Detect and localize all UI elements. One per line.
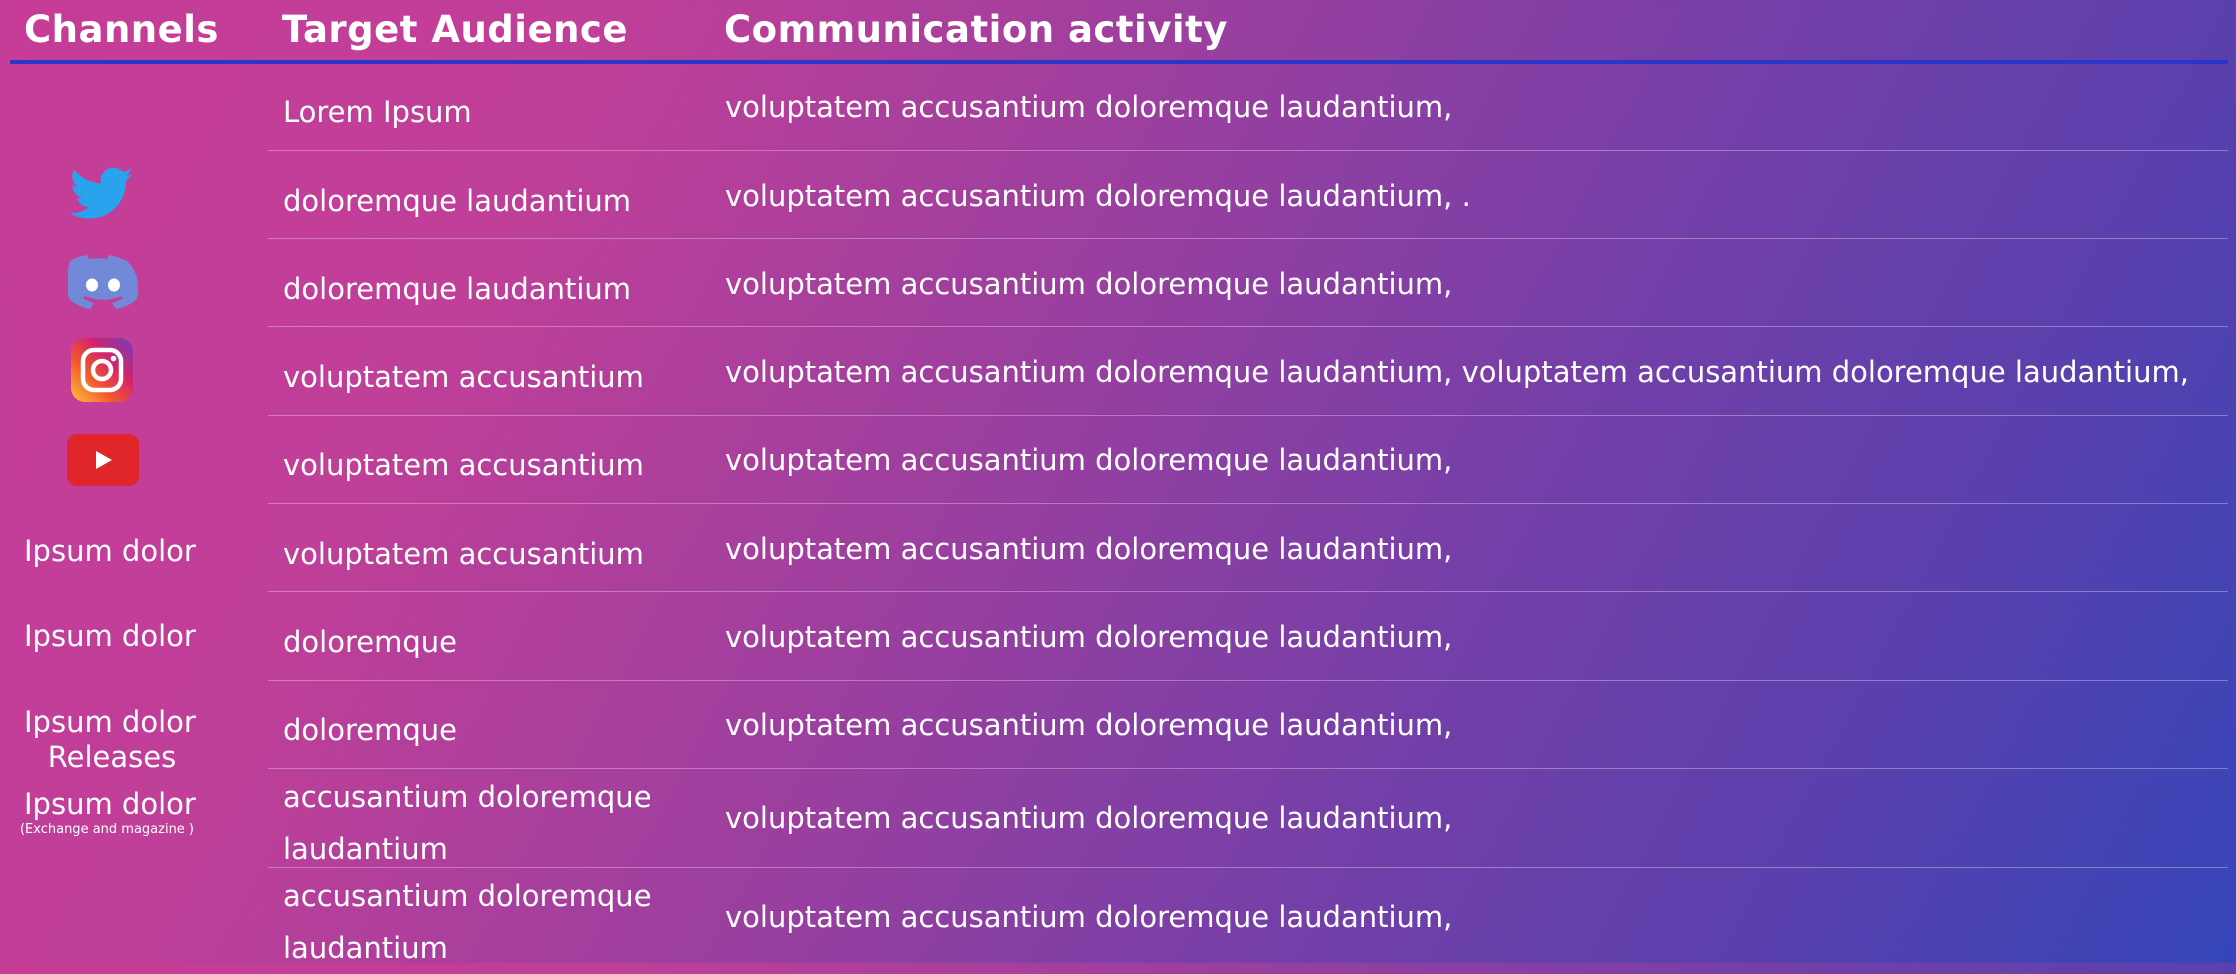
row-divider (268, 415, 2228, 416)
table-cell-activity: voluptatem accusantium doloremque laudan… (725, 90, 1453, 124)
table-cell-audience: doloremque (283, 625, 457, 659)
twitter-icon (69, 166, 134, 222)
channel-label: Ipsum dolor (24, 619, 196, 653)
header-communication-activity: Communication activity (724, 8, 1228, 51)
table-cell-activity: voluptatem accusantium doloremque laudan… (725, 620, 1453, 654)
table-cell-audience: voluptatem accusantium (283, 360, 644, 394)
header-target-audience: Target Audience (282, 8, 628, 51)
table-cell-audience: doloremque laudantium (283, 184, 631, 218)
table-cell-activity: voluptatem accusantium doloremque laudan… (725, 179, 1471, 213)
row-divider (268, 150, 2228, 151)
channel-label: Ipsum dolor (24, 787, 196, 821)
table-cell-activity: voluptatem accusantium doloremque laudan… (725, 355, 2189, 389)
discord-icon (66, 255, 139, 309)
header-channels: Channels (24, 8, 219, 51)
channel-label: Ipsum dolor (24, 705, 196, 739)
row-divider (268, 591, 2228, 592)
row-divider (268, 238, 2228, 239)
channel-label: Releases (47, 740, 177, 774)
table-cell-audience: Lorem Ipsum (283, 95, 472, 129)
table-cell-activity: voluptatem accusantium doloremque laudan… (725, 708, 1453, 742)
table-cell-audience: voluptatem accusantium (283, 537, 644, 571)
table-cell-audience: accusantium doloremque laudantium (283, 780, 652, 866)
row-divider (268, 503, 2228, 504)
table-cell-activity: voluptatem accusantium doloremque laudan… (725, 532, 1453, 566)
table-cell-activity: voluptatem accusantium doloremque laudan… (725, 267, 1453, 301)
header-divider (10, 60, 2228, 64)
youtube-icon (67, 434, 139, 486)
row-divider (268, 768, 2228, 769)
table-cell-audience: doloremque laudantium (283, 272, 631, 306)
row-divider (268, 326, 2228, 327)
table-cell-activity: voluptatem accusantium doloremque laudan… (725, 900, 1453, 934)
instagram-icon (71, 338, 133, 402)
table-cell-audience: accusantium doloremque laudantium (283, 879, 652, 965)
channel-label: Ipsum dolor (24, 534, 196, 568)
table-cell-audience: doloremque (283, 713, 457, 747)
row-divider (268, 680, 2228, 681)
channel-sublabel: (Exchange and magazine ) (19, 822, 195, 837)
table-cell-activity: voluptatem accusantium doloremque laudan… (725, 443, 1453, 477)
table-cell-audience: voluptatem accusantium (283, 448, 644, 482)
table-cell-activity: voluptatem accusantium doloremque laudan… (725, 801, 1453, 835)
